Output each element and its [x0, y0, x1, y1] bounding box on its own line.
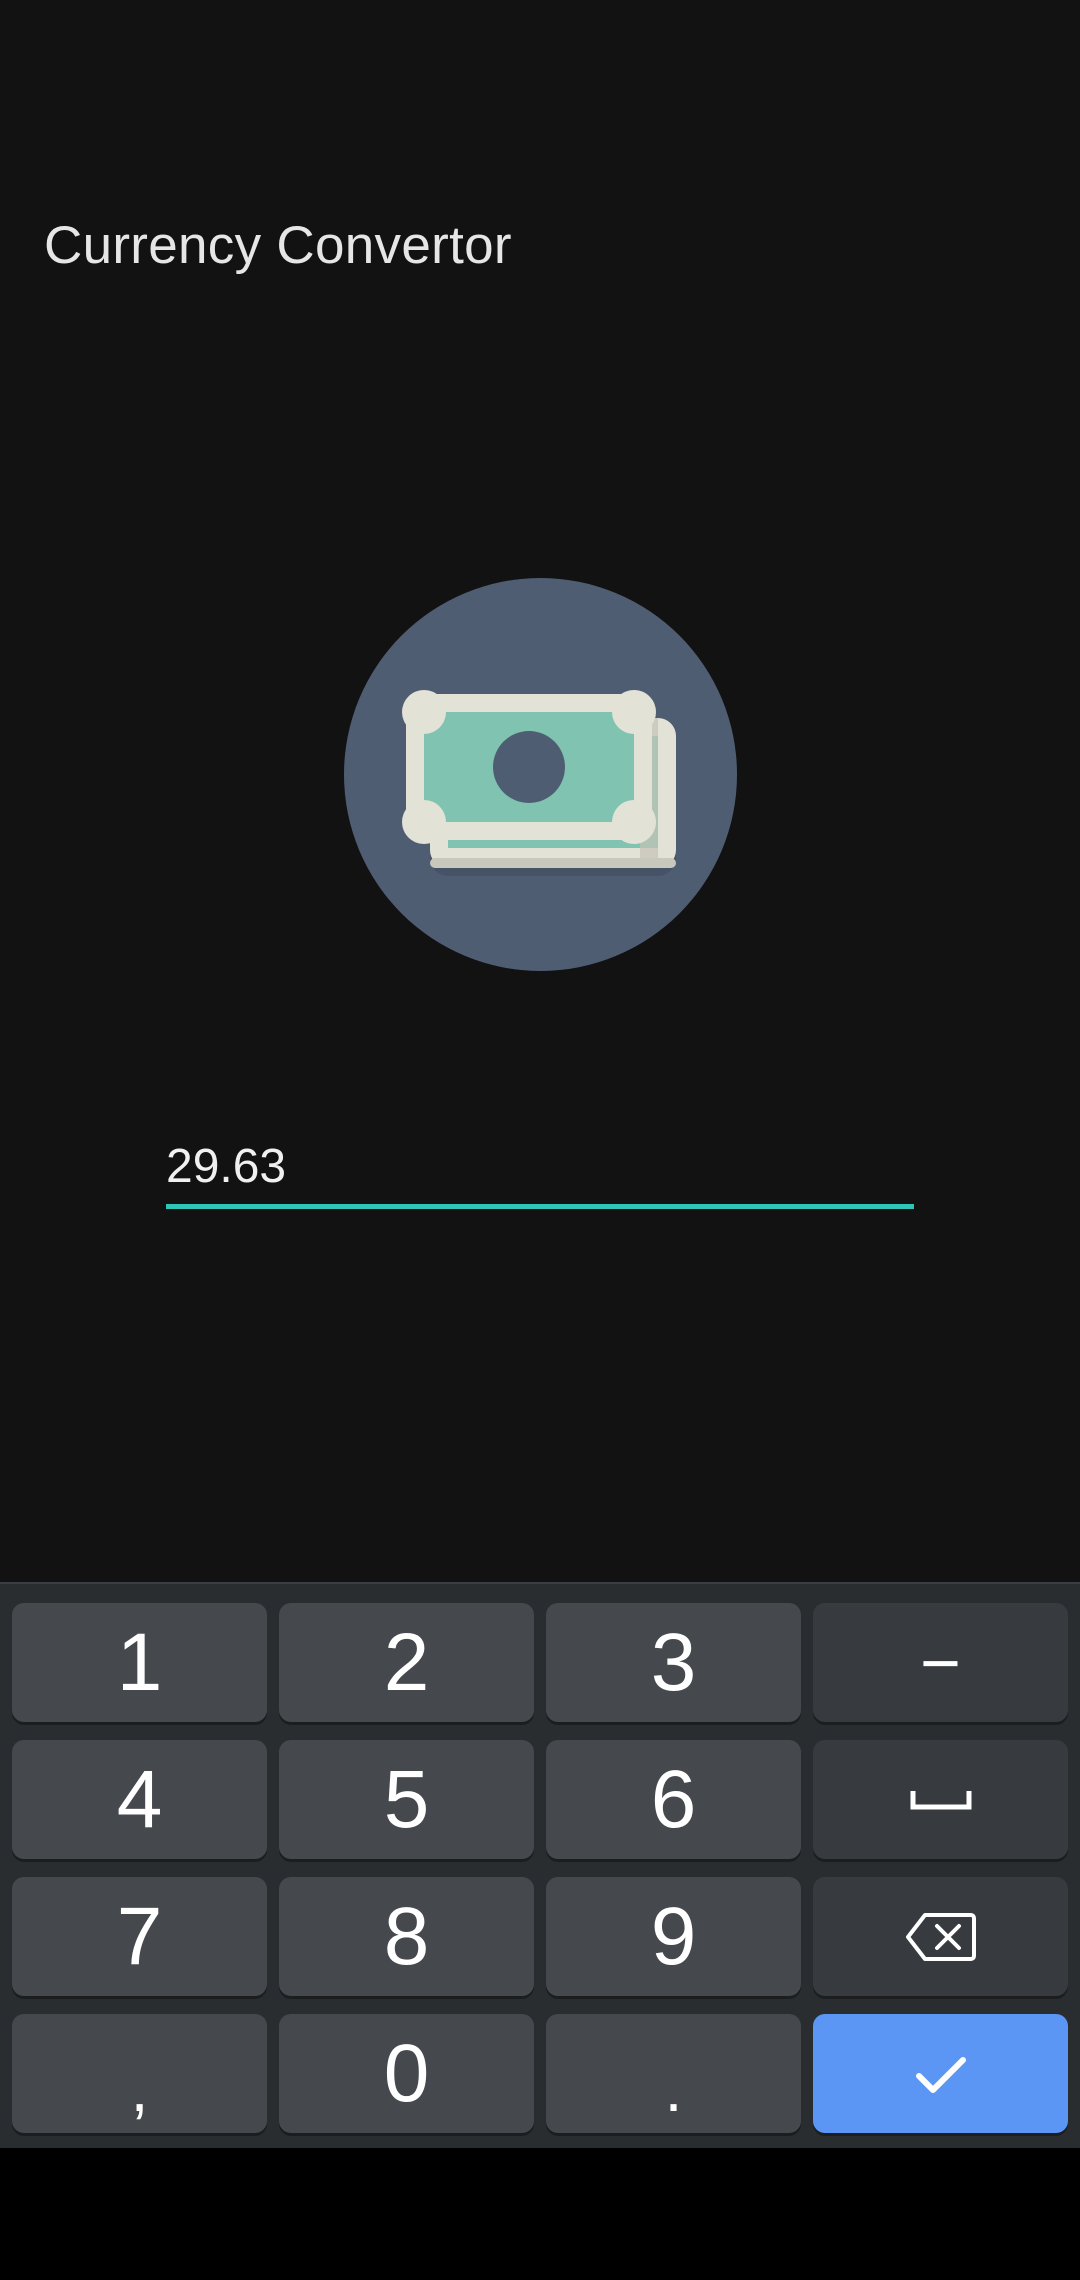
key-2[interactable]: 2 [279, 1603, 534, 1722]
key-4[interactable]: 4 [12, 1740, 267, 1859]
screen: Currency Convertor 1 [0, 0, 1080, 2280]
money-illustration [344, 578, 737, 971]
key-7[interactable]: 7 [12, 1877, 267, 1996]
amount-input[interactable] [166, 1130, 914, 1202]
key-label: 4 [116, 1753, 163, 1845]
minus-icon: − [920, 1623, 961, 1702]
key-3[interactable]: 3 [546, 1603, 801, 1722]
key-label: 7 [116, 1890, 163, 1982]
key-0[interactable]: 0 [279, 2014, 534, 2133]
app-title: Currency Convertor [44, 216, 512, 275]
key-label: 9 [650, 1890, 697, 1982]
key-1[interactable]: 1 [12, 1603, 267, 1722]
key-label: , [130, 2052, 149, 2125]
key-6[interactable]: 6 [546, 1740, 801, 1859]
key-label: 6 [650, 1753, 697, 1845]
key-label: 0 [383, 2027, 430, 2119]
checkmark-icon [915, 2056, 966, 2093]
key-period[interactable]: . [546, 2014, 801, 2133]
key-label: 2 [383, 1616, 430, 1708]
key-label: 5 [383, 1753, 430, 1845]
key-5[interactable]: 5 [279, 1740, 534, 1859]
key-done[interactable] [813, 2014, 1068, 2133]
amount-underline [166, 1204, 914, 1209]
key-minus[interactable]: − [813, 1603, 1068, 1722]
key-backspace[interactable] [813, 1877, 1068, 1996]
key-label: 3 [650, 1616, 697, 1708]
key-8[interactable]: 8 [279, 1877, 534, 1996]
key-space[interactable] [813, 1740, 1068, 1859]
system-nav-bar [0, 2148, 1080, 2280]
key-label: 1 [116, 1616, 163, 1708]
key-label: . [664, 2052, 683, 2125]
space-icon [910, 1790, 971, 1809]
backspace-icon [905, 1912, 976, 1961]
key-comma[interactable]: , [12, 2014, 267, 2133]
key-label: 8 [383, 1890, 430, 1982]
key-9[interactable]: 9 [546, 1877, 801, 1996]
amount-field[interactable] [166, 1130, 914, 1212]
numeric-keyboard: 1 2 3 − 4 5 6 7 8 9 , 0 . [0, 1582, 1080, 2150]
money-banknote-icon [402, 690, 676, 876]
